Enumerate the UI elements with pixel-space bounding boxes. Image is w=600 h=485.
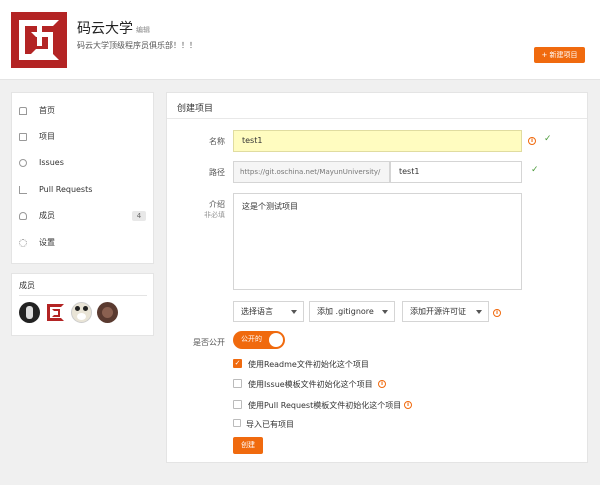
create-button[interactable]: 创建 (233, 437, 263, 454)
info-icon[interactable]: i (493, 309, 501, 317)
divider (19, 295, 147, 296)
sidebar-item-pull-requests[interactable]: Pull Requests (12, 177, 153, 203)
pr-template-label: 使用Pull Request模板文件初始化这个项目 (248, 401, 402, 410)
member-avatar[interactable] (19, 302, 40, 323)
settings-icon (19, 239, 27, 247)
member-avatar[interactable] (71, 302, 92, 323)
new-project-button[interactable]: + 新建项目 (534, 47, 585, 63)
check-icon: ✓ (544, 134, 552, 144)
name-input[interactable]: test1 (233, 130, 522, 152)
sidebar-item-members[interactable]: 成员 4 (12, 203, 153, 229)
path-label: 路径 (209, 168, 225, 177)
path-input[interactable]: test1 (390, 161, 522, 183)
info-icon[interactable]: i (528, 137, 536, 145)
pr-template-checkbox[interactable] (233, 400, 242, 409)
description-label: 介绍 (209, 200, 225, 209)
sidebar-item-issues[interactable]: Issues (12, 150, 153, 176)
pull-request-icon (19, 186, 27, 194)
sidebar-members: 成员 (11, 273, 154, 336)
license-select[interactable]: 添加开源许可证 (402, 301, 489, 322)
issue-template-label: 使用Issue模板文件初始化这个项目 (248, 380, 373, 389)
import-existing-link[interactable]: 导入已有项目 (246, 419, 294, 430)
members-count-badge: 4 (132, 211, 146, 221)
org-logo (11, 12, 67, 68)
issue-template-checkbox[interactable] (233, 379, 242, 388)
gitignore-select[interactable]: 添加 .gitignore (309, 301, 395, 322)
caret-down-icon (476, 310, 482, 314)
language-select[interactable]: 选择语言 (233, 301, 304, 322)
divider (167, 118, 587, 119)
public-label: 是否公开 (193, 338, 225, 347)
page-title: 创建项目 (177, 104, 214, 114)
readme-checkbox-label: 使用Readme文件初始化这个项目 (248, 360, 369, 369)
org-name: 码云大学 (77, 21, 133, 37)
home-icon (19, 107, 27, 115)
import-icon (233, 419, 241, 427)
public-toggle[interactable]: 公开的 (233, 331, 285, 349)
caret-down-icon (291, 310, 297, 314)
name-label: 名称 (209, 137, 225, 146)
toggle-knob (269, 333, 283, 347)
sidebar-nav: 首页 项目 Issues Pull Requests 成员 4 设置 (11, 92, 154, 264)
org-edit-link[interactable]: 编辑 (136, 25, 150, 35)
path-prefix: https://git.oschina.net/MayunUniversity/ (233, 161, 390, 183)
member-avatar[interactable] (45, 302, 66, 323)
description-textarea[interactable]: 这是个测试项目 (233, 193, 522, 290)
readme-checkbox[interactable]: ✓ (233, 359, 242, 368)
check-icon: ✓ (531, 165, 539, 175)
members-title: 成员 (19, 281, 35, 290)
info-icon[interactable]: i (378, 380, 386, 388)
project-icon (19, 133, 27, 141)
org-description: 码云大学顶级程序员俱乐部！！！ (77, 41, 197, 50)
members-icon (19, 212, 27, 220)
org-header: 码云大学 编辑 码云大学顶级程序员俱乐部！！！ + 新建项目 (0, 0, 600, 80)
sidebar-item-settings[interactable]: 设置 (12, 230, 153, 256)
caret-down-icon (382, 310, 388, 314)
sidebar-item-home[interactable]: 首页 (12, 98, 153, 124)
info-icon[interactable]: i (404, 401, 412, 409)
member-avatar[interactable] (97, 302, 118, 323)
issue-icon (19, 159, 27, 167)
sidebar-item-projects[interactable]: 项目 (12, 124, 153, 150)
description-optional-label: 非必填 (204, 211, 225, 219)
